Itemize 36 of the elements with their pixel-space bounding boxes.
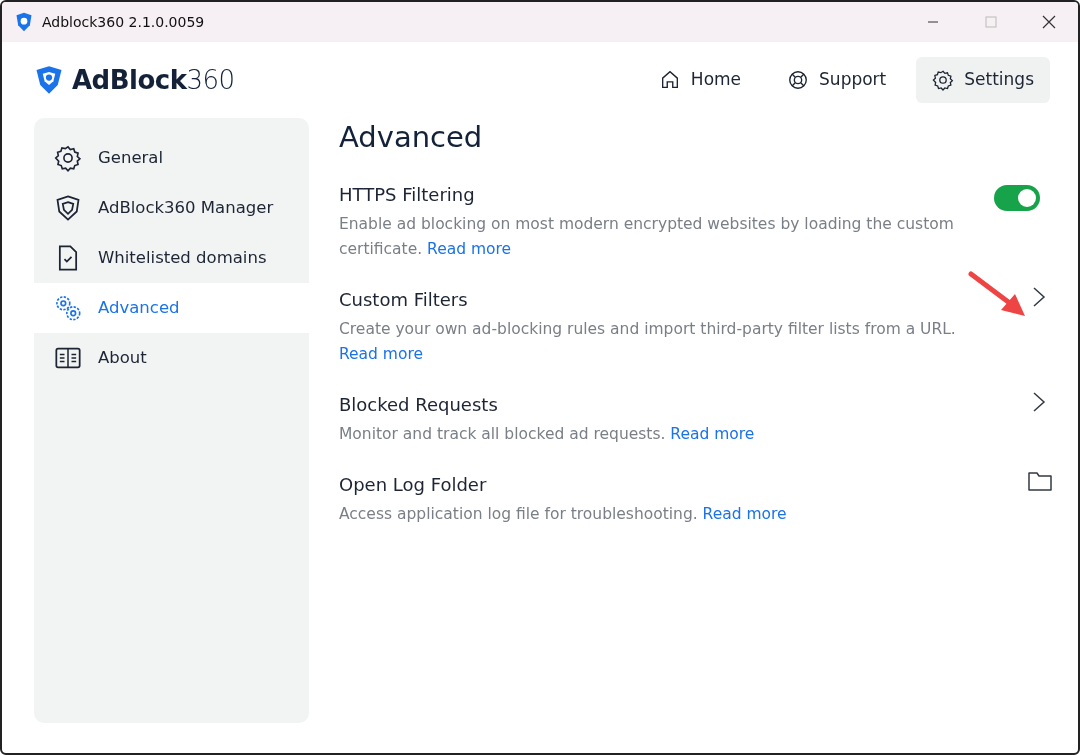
shield-icon: [54, 194, 82, 222]
gear-icon: [54, 144, 82, 172]
sidebar-item[interactable]: AdBlock360 Manager: [34, 183, 309, 233]
read-more-link[interactable]: Read more: [339, 344, 424, 363]
close-icon[interactable]: [1042, 15, 1056, 29]
chevron-right-icon[interactable]: [1032, 390, 1046, 413]
nav-tab[interactable]: Settings: [916, 57, 1050, 103]
setting-title: Open Log Folder: [339, 472, 488, 497]
setting-title: Blocked Requests: [339, 392, 499, 417]
toggle-switch[interactable]: [994, 184, 1040, 211]
read-more-link[interactable]: Read more: [427, 239, 512, 258]
folder-icon[interactable]: [1028, 470, 1052, 491]
chevron-right-icon[interactable]: [1032, 285, 1046, 308]
sidebar-item[interactable]: Whitelisted domains: [34, 233, 309, 283]
read-more-link[interactable]: Read more: [702, 504, 787, 523]
shield-logo-icon: [34, 65, 64, 95]
setting-description: Monitor and track all blocked ad requests. Read more: [339, 423, 756, 445]
nav-tab[interactable]: Support: [771, 57, 903, 103]
page-title: Advanced: [339, 120, 484, 155]
setting-title: Custom Filters: [339, 287, 469, 312]
gear-icon: [932, 69, 955, 91]
gears-icon: [54, 294, 82, 322]
setting-description: Access application log file for troubleshooting. Read more: [339, 503, 788, 525]
nav-tab[interactable]: Home: [642, 57, 758, 103]
read-more-link[interactable]: Read more: [670, 424, 755, 443]
setting-description: Enable ad blocking on most modern encrypted websites by loading the custom certificate. Read more: [339, 213, 955, 260]
app-logo-text: AdBlock360: [72, 63, 235, 97]
window-title: Adblock360 2.1.0.0059: [42, 12, 205, 32]
sidebar-item[interactable]: Advanced: [34, 283, 309, 333]
sidebar-item[interactable]: General: [34, 133, 309, 183]
lifebuoy-icon: [787, 69, 810, 91]
setting-title: HTTPS Filtering: [339, 182, 476, 207]
sidebar-item[interactable]: About: [34, 333, 309, 383]
minimize-icon[interactable]: [927, 21, 939, 23]
setting-description: Create your own ad-blocking rules and import third-party filter lists from a URL. Read more: [339, 318, 957, 365]
shield-logo-icon: [14, 12, 34, 32]
